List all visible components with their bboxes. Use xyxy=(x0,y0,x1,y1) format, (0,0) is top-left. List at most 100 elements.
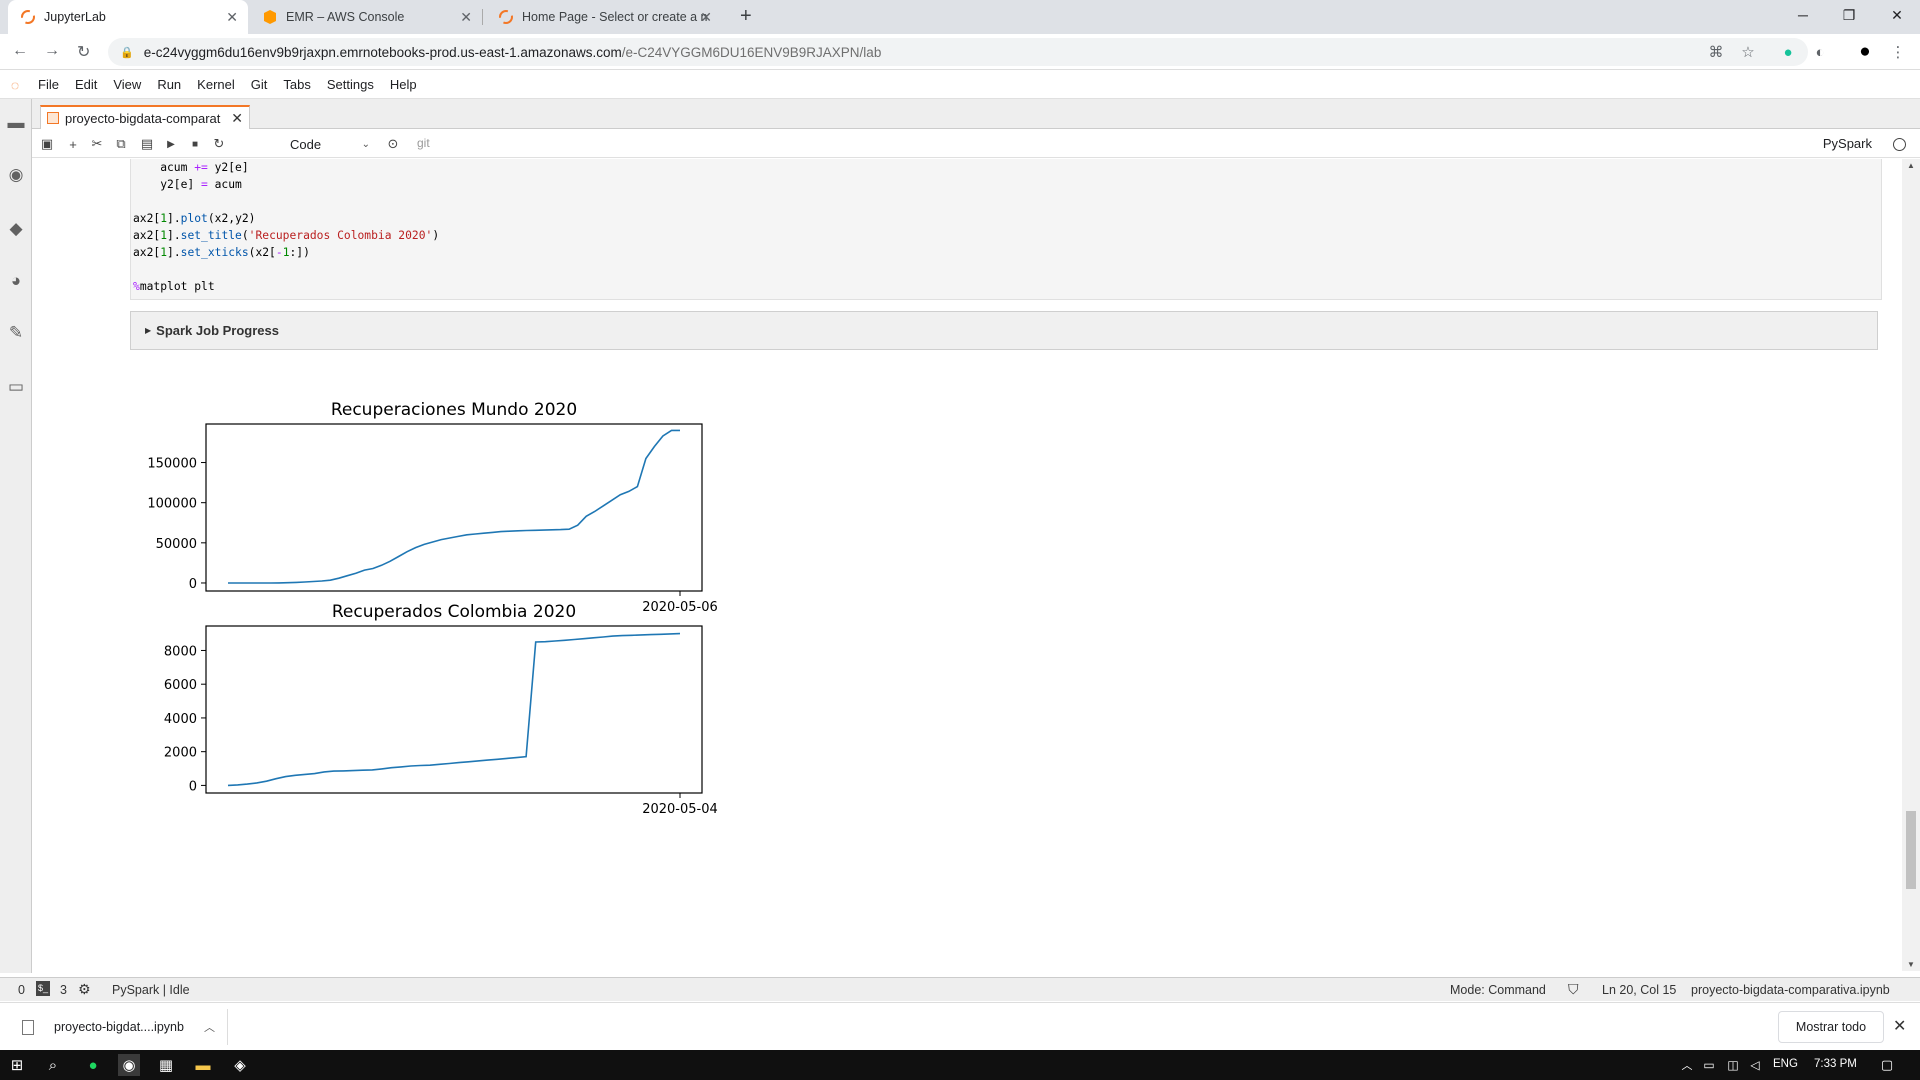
menu-view[interactable]: View xyxy=(105,77,149,92)
jupyter-logo-icon: ◌ xyxy=(10,76,20,93)
close-icon[interactable]: ✕ xyxy=(231,110,243,127)
extension-icon[interactable]: ◐ xyxy=(1810,42,1830,62)
paste-icon[interactable]: ▤ xyxy=(138,135,156,153)
menu-git[interactable]: Git xyxy=(243,77,276,92)
browser-tab-jupyterlab[interactable]: JupyterLab ✕ xyxy=(8,0,248,34)
scroll-down-icon[interactable]: ▼ xyxy=(1907,960,1915,969)
menu-help[interactable]: Help xyxy=(382,77,425,92)
menu-tabs[interactable]: Tabs xyxy=(275,77,318,92)
palette-icon[interactable]: ◕ xyxy=(6,271,26,291)
battery-icon[interactable]: ▭ xyxy=(1698,1054,1720,1076)
terminal-count[interactable]: 0 xyxy=(18,983,25,997)
menu-edit[interactable]: Edit xyxy=(67,77,105,92)
y-tick-label: 100000 xyxy=(147,497,197,512)
kernel-count[interactable]: 3 xyxy=(60,983,67,997)
chrome-icon[interactable]: ◉ xyxy=(118,1054,140,1076)
browser-tab-home[interactable]: Home Page - Select or create a n ✕ xyxy=(486,0,722,34)
gear-icon[interactable]: ⚙ xyxy=(78,981,91,998)
windows-taskbar: ⊞ ⌕ ● ◉ ▦ ▬ ◈ ︿ ▭ ◫ ◁ ENG 7:33 PM ▢ xyxy=(0,1050,1920,1080)
menu-kernel[interactable]: Kernel xyxy=(189,77,243,92)
new-tab-button[interactable]: + xyxy=(740,5,752,28)
grammarly-icon[interactable]: ● xyxy=(1778,42,1798,62)
x-tick-label: 2020-05-06 xyxy=(642,600,718,615)
tab-title: EMR – AWS Console xyxy=(286,10,405,24)
kernel-status-icon xyxy=(1893,138,1906,151)
jupyter-favicon-icon xyxy=(499,10,513,24)
cell-type-select[interactable]: Code ⌄ xyxy=(290,134,370,154)
network-icon[interactable]: ◫ xyxy=(1722,1054,1744,1076)
copy-icon[interactable]: ⧉ xyxy=(112,135,130,153)
tabs-icon[interactable]: ▭ xyxy=(6,377,26,397)
browser-tab-emr[interactable]: EMR – AWS Console ✕ xyxy=(250,0,483,34)
chart-title-colombia: Recuperados Colombia 2020 xyxy=(332,602,576,622)
profile-avatar[interactable]: ● xyxy=(1855,41,1875,62)
shield-icon: ⛉ xyxy=(1568,981,1579,997)
file-icon xyxy=(22,1019,34,1035)
chart-axes-colombia xyxy=(205,625,703,794)
notebook-scrollbar[interactable]: ▲ ▼ xyxy=(1902,159,1920,971)
chart-axes-world xyxy=(205,423,703,592)
scroll-up-icon[interactable]: ▲ xyxy=(1907,161,1915,170)
address-bar[interactable]: 🔒 e-c24vyggm6du16env9b9rjaxpn.emrnoteboo… xyxy=(108,38,1808,66)
clock[interactable]: 7:33 PM xyxy=(1814,1058,1857,1070)
language-indicator[interactable]: ENG xyxy=(1773,1058,1798,1070)
folder-icon[interactable]: ▬ xyxy=(6,113,26,133)
close-window-button[interactable]: ✕ xyxy=(1874,0,1920,30)
download-item[interactable]: proyecto-bigdat....ipynb ︿ xyxy=(14,1009,228,1045)
insert-cell-icon[interactable]: + xyxy=(64,135,82,153)
run-icon[interactable]: ▶ xyxy=(162,135,180,153)
menu-settings[interactable]: Settings xyxy=(319,77,382,92)
y-tick-label: 150000 xyxy=(147,457,197,472)
scrollbar-thumb[interactable] xyxy=(1906,811,1916,889)
notebook-tab-title: proyecto-bigdata-comparat xyxy=(65,110,221,126)
notebook-toolbar: ▣ + ✂ ⧉ ▤ ▶ ■ ↻ Code ⌄ ⊙ git PySpark xyxy=(32,130,1920,158)
git-icon[interactable]: ◆ xyxy=(6,219,26,239)
tab-close-icon[interactable]: ✕ xyxy=(226,9,238,26)
restart-icon[interactable]: ↻ xyxy=(210,135,228,153)
left-activity-bar: ▬ ◉ ◆ ◕ ✎ ▭ xyxy=(0,99,32,973)
back-icon[interactable]: ← xyxy=(12,42,28,60)
chevron-up-icon[interactable]: ︿ xyxy=(204,1019,215,1035)
restore-button[interactable]: ❐ xyxy=(1826,0,1872,30)
minimize-button[interactable]: ─ xyxy=(1780,0,1826,30)
close-icon[interactable]: ✕ xyxy=(1893,1016,1906,1036)
menu-file[interactable]: File xyxy=(30,77,67,92)
menu-run[interactable]: Run xyxy=(149,77,189,92)
git-label[interactable]: git xyxy=(417,136,430,150)
bookmark-star-icon[interactable]: ☆ xyxy=(1738,42,1758,62)
notebook-tab[interactable]: proyecto-bigdata-comparat ✕ xyxy=(40,105,250,129)
show-all-button[interactable]: Mostrar todo xyxy=(1778,1011,1884,1043)
kernel-name[interactable]: PySpark xyxy=(1823,136,1872,151)
volume-icon[interactable]: ◁ xyxy=(1744,1054,1766,1076)
app-icon[interactable]: ◈ xyxy=(229,1054,251,1076)
jupyter-favicon-icon xyxy=(21,10,35,24)
windows-start-icon[interactable]: ⊞ xyxy=(6,1054,28,1076)
cut-icon[interactable]: ✂ xyxy=(88,135,106,153)
chrome-menu-icon[interactable]: ⋮ xyxy=(1888,42,1908,62)
calculator-icon[interactable]: ▦ xyxy=(155,1054,177,1076)
cell-type-value: Code xyxy=(290,136,322,152)
file-explorer-icon[interactable]: ▬ xyxy=(192,1054,214,1076)
stop-icon[interactable]: ■ xyxy=(186,135,204,153)
y-tick-label: 6000 xyxy=(164,678,197,693)
clock-icon[interactable]: ⊙ xyxy=(384,135,402,153)
tab-close-icon[interactable]: ✕ xyxy=(460,9,472,26)
cursor-position[interactable]: Ln 20, Col 15 xyxy=(1602,983,1676,997)
wrench-icon[interactable]: ✎ xyxy=(6,323,26,343)
forward-icon[interactable]: → xyxy=(44,42,60,60)
browser-tab-strip: JupyterLab ✕ EMR – AWS Console ✕ Home Pa… xyxy=(0,0,1920,34)
running-icon[interactable]: ◉ xyxy=(6,165,26,185)
y-tick-label: 8000 xyxy=(164,644,197,659)
spotify-icon[interactable]: ● xyxy=(82,1054,104,1076)
download-file-name: proyecto-bigdat....ipynb xyxy=(54,1020,184,1034)
notification-icon[interactable]: ▢ xyxy=(1876,1054,1898,1076)
x-tick-label: 2020-05-04 xyxy=(642,802,718,817)
translate-icon[interactable]: ⌘ xyxy=(1706,42,1726,62)
url-path: /e-C24VYGGM6DU16ENV9B9RJAXPN/lab xyxy=(621,44,882,60)
reload-icon[interactable]: ↻ xyxy=(77,42,90,62)
search-icon[interactable]: ⌕ xyxy=(42,1054,64,1076)
kernel-status[interactable]: PySpark | Idle xyxy=(112,983,190,997)
chevron-up-icon[interactable]: ︿ xyxy=(1676,1054,1698,1076)
save-icon[interactable]: ▣ xyxy=(38,135,56,153)
tab-close-icon[interactable]: ✕ xyxy=(700,9,712,26)
